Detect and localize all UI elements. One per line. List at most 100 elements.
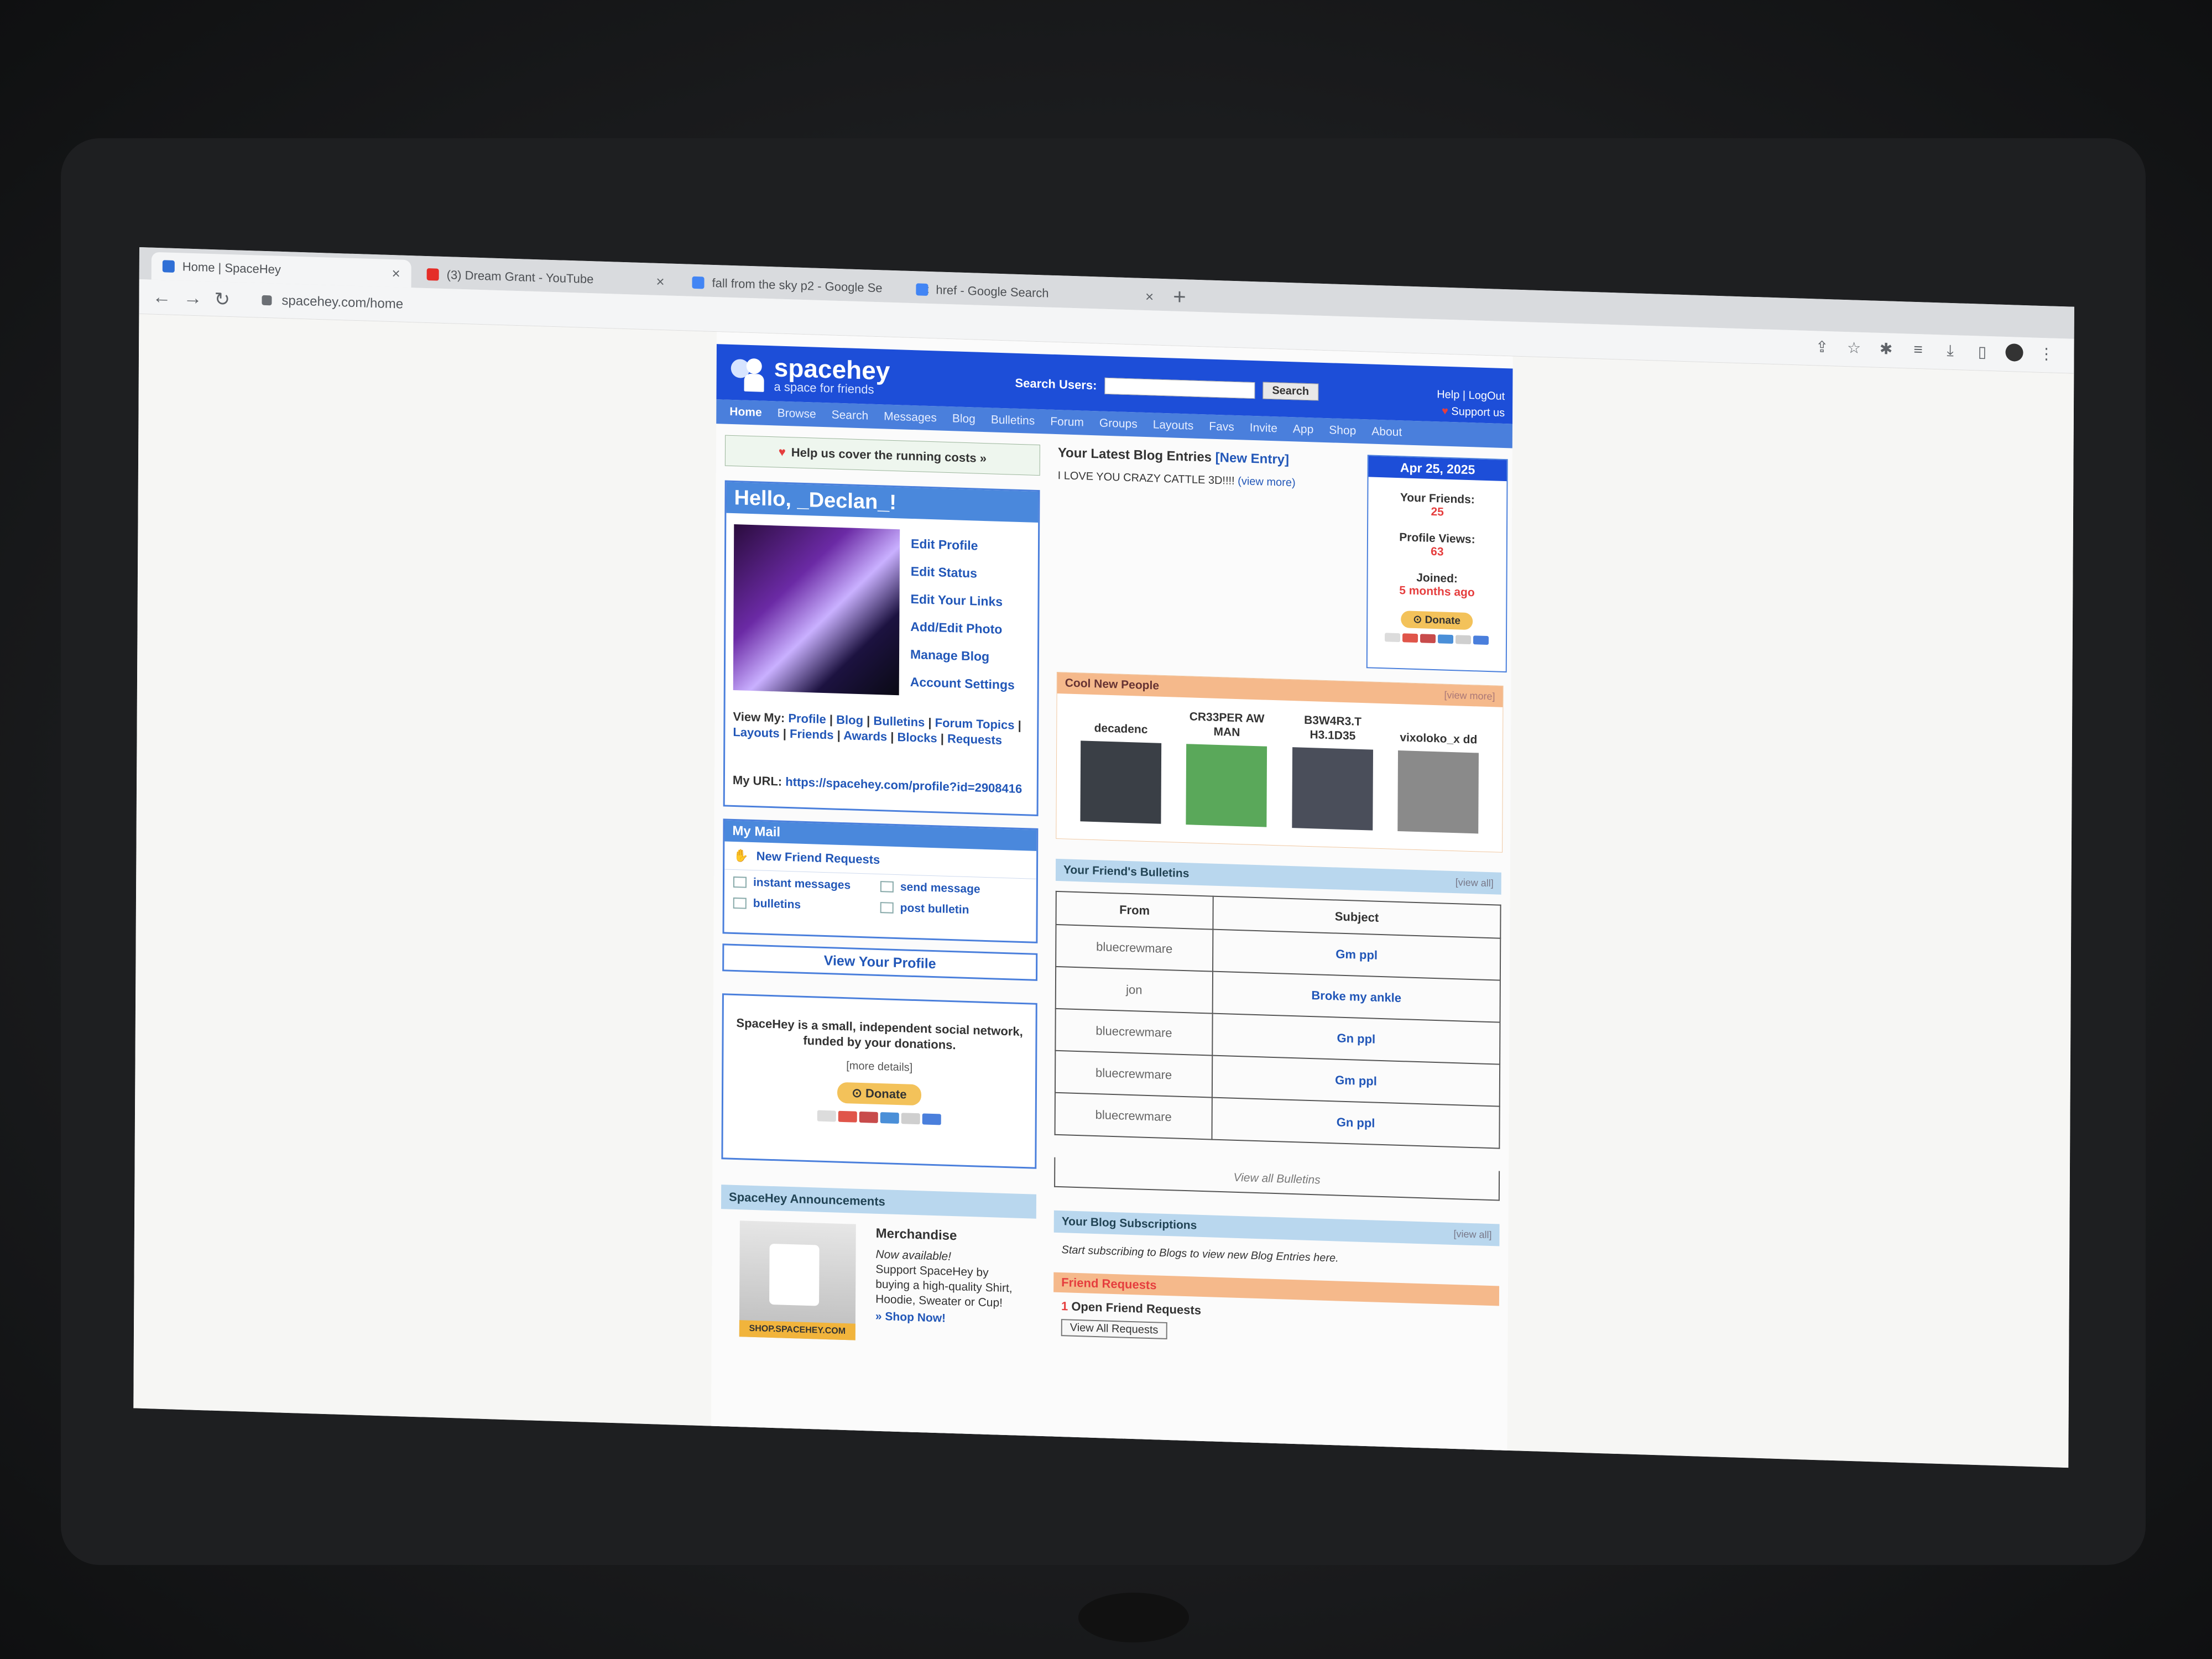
view-all-bulletins-link[interactable]: View all Bulletins (1054, 1157, 1500, 1201)
maestro-card-icon (1420, 634, 1436, 644)
nav-home[interactable]: Home (729, 405, 761, 420)
share-icon[interactable]: ⇪ (1813, 337, 1831, 356)
side-panel-icon[interactable]: ▯ (1973, 342, 1991, 361)
view-my-friends[interactable]: Friends (790, 727, 834, 742)
extensions-puzzle-icon[interactable]: ✱ (1877, 340, 1895, 358)
edit-profile-link[interactable]: Edit Profile (911, 530, 1015, 561)
donate-button[interactable]: ⊙ Donate (837, 1082, 921, 1106)
instant-messages-link[interactable]: instant messages (733, 875, 880, 893)
download-icon[interactable]: ⤓ (1942, 341, 1959, 359)
view-more-entry-link[interactable]: (view more) (1238, 475, 1296, 489)
bulletin-from[interactable]: bluecrewmare (1055, 1008, 1213, 1056)
blog-title: Your Latest Blog Entries (1057, 445, 1212, 465)
edit-links-link[interactable]: Edit Your Links (910, 585, 1015, 616)
spacehey-logo[interactable]: spacehey a space for friends (730, 353, 890, 397)
view-your-profile-button[interactable]: View Your Profile (722, 943, 1038, 981)
donate-label: Donate (1425, 614, 1461, 627)
nav-favs[interactable]: Favs (1209, 420, 1234, 434)
manage-blog-link[interactable]: Manage Blog (910, 640, 1015, 671)
subs-view-all-link[interactable]: [view all] (1453, 1223, 1491, 1246)
blog-entry-title[interactable]: I LOVE YOU CRAZY CATTLE 3D!!!! (1058, 469, 1235, 487)
discover-card-icon (1455, 635, 1472, 645)
bulletin-subject[interactable]: Gn ppl (1212, 1097, 1500, 1149)
forward-arrow-icon[interactable]: → (183, 287, 202, 309)
person-avatar[interactable] (1397, 750, 1479, 834)
person-avatar[interactable] (1186, 744, 1267, 827)
search-users-input[interactable] (1104, 377, 1255, 399)
person-name: B3W4R3.T H3.1D35 (1304, 713, 1362, 743)
nav-browse[interactable]: Browse (778, 407, 816, 421)
reload-icon[interactable]: ↻ (214, 288, 230, 311)
post-bulletin-link[interactable]: post bulletin (880, 901, 1027, 919)
view-my-forum-topics[interactable]: Forum Topics (935, 716, 1015, 732)
nav-groups[interactable]: Groups (1099, 416, 1138, 431)
bulletins-link[interactable]: bulletins (733, 896, 880, 914)
close-tab-icon[interactable]: × (1145, 288, 1154, 305)
menu-kebab-icon[interactable]: ⋮ (2037, 345, 2055, 363)
back-arrow-icon[interactable]: ← (152, 286, 171, 309)
open-friend-requests[interactable]: 1 Open Friend Requests (1061, 1299, 1201, 1318)
view-my-profile[interactable]: Profile (788, 711, 826, 726)
nav-shop[interactable]: Shop (1329, 424, 1356, 438)
person-name: CR33PER AW MAN (1189, 710, 1265, 739)
person-card[interactable]: CR33PER AW MAN (1180, 705, 1274, 827)
help-link[interactable]: Help (1437, 388, 1459, 401)
view-my-awards[interactable]: Awards (843, 728, 887, 743)
bulletin-from[interactable]: bluecrewmare (1056, 924, 1213, 972)
profile-avatar-icon[interactable] (2005, 343, 2023, 362)
nav-forum[interactable]: Forum (1050, 415, 1084, 430)
nav-app[interactable]: App (1293, 422, 1313, 436)
nav-blog[interactable]: Blog (952, 412, 975, 426)
person-card[interactable]: vixoloko_x dd (1391, 712, 1486, 834)
logout-link[interactable]: LogOut (1469, 389, 1505, 403)
lock-icon (262, 295, 272, 306)
nav-invite[interactable]: Invite (1250, 421, 1277, 436)
view-all-requests-button[interactable]: View All Requests (1061, 1319, 1167, 1339)
view-my-label: View My: (733, 709, 785, 725)
cool-view-more-link[interactable]: [view more] (1444, 685, 1495, 707)
support-us-link[interactable]: Support us (1451, 405, 1505, 419)
hello-box: Hello, _Declan_! Edit Profile Edit Statu… (723, 480, 1040, 816)
bulletin-from[interactable]: jon (1055, 966, 1213, 1014)
person-name: vixoloko_x dd (1400, 731, 1478, 747)
message-icon (733, 876, 747, 888)
person-avatar[interactable] (1292, 747, 1373, 831)
person-card[interactable]: decadenc (1073, 702, 1168, 824)
edit-status-link[interactable]: Edit Status (911, 557, 1015, 588)
more-details-link[interactable]: [more details] (734, 1056, 1024, 1078)
new-tab-plus-icon[interactable]: + (1173, 285, 1186, 310)
stats-donate-button[interactable]: ⊙ Donate (1401, 611, 1473, 630)
mug-image[interactable]: SHOP.SPACEHEY.COM (739, 1220, 856, 1340)
shop-now-link[interactable]: » Shop Now! (875, 1310, 1025, 1328)
bulletin-from[interactable]: bluecrewmare (1055, 1050, 1213, 1098)
close-tab-icon[interactable]: × (656, 273, 664, 290)
nav-search[interactable]: Search (832, 409, 869, 423)
person-card[interactable]: B3W4R3.T H3.1D35 (1285, 708, 1380, 831)
view-my-requests[interactable]: Requests (947, 732, 1002, 747)
send-message-link[interactable]: send message (880, 880, 1027, 898)
help-cover-costs-banner[interactable]: ♥ Help us cover the running costs » (724, 435, 1040, 476)
heart-icon: ♥ (778, 445, 786, 459)
close-tab-icon[interactable]: × (392, 265, 400, 282)
bookmark-star-icon[interactable]: ☆ (1845, 338, 1863, 357)
profile-picture[interactable] (733, 524, 900, 696)
nav-about[interactable]: About (1371, 425, 1402, 440)
new-entry-link[interactable]: [New Entry] (1215, 450, 1289, 467)
add-edit-photo-link[interactable]: Add/Edit Photo (910, 613, 1015, 644)
coin-icon: ⊙ (852, 1086, 866, 1100)
account-settings-link[interactable]: Account Settings (910, 668, 1015, 699)
view-my-blog[interactable]: Blog (836, 713, 863, 727)
view-my-bulletins[interactable]: Bulletins (873, 714, 925, 729)
my-url-value[interactable]: https://spacehey.com/profile?id=2908416 (785, 775, 1022, 796)
bulletin-from[interactable]: bluecrewmare (1055, 1092, 1212, 1140)
nav-bulletins[interactable]: Bulletins (991, 413, 1035, 427)
person-avatar[interactable] (1080, 740, 1161, 824)
nav-messages[interactable]: Messages (884, 410, 937, 425)
header-links: Help | LogOut ♥ Support us (1437, 388, 1505, 420)
view-my-layouts[interactable]: Layouts (733, 725, 779, 740)
nav-layouts[interactable]: Layouts (1153, 418, 1194, 432)
media-queue-icon[interactable]: ≡ (1910, 341, 1927, 359)
bulletins-view-all-link[interactable]: [view all] (1455, 871, 1494, 894)
view-my-blocks[interactable]: Blocks (897, 730, 937, 745)
search-button[interactable]: Search (1262, 382, 1319, 401)
